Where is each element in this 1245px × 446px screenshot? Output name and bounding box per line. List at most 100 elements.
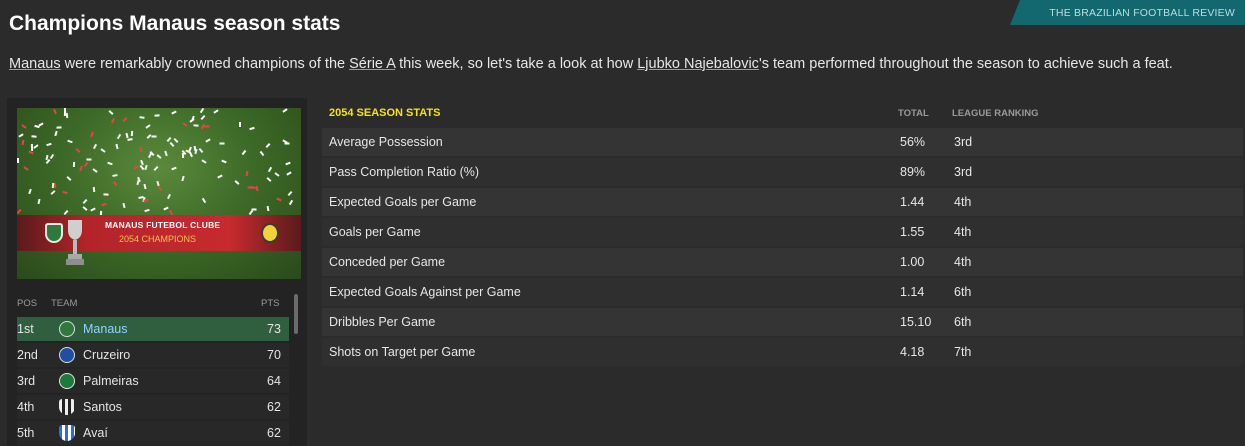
confetti-piece [122,202,126,209]
stat-row: Pass Completion Ratio (%) 89% 3rd [322,158,1243,186]
confetti-piece [115,143,119,150]
confetti-piece [130,130,134,137]
manager-link[interactable]: Ljubko Najebalovic [637,56,759,72]
confetti-piece [154,114,160,117]
club-name: MANAUS FUTEBOL CLUBE [105,220,221,230]
stat-label: Expected Goals per Game [329,195,477,209]
confetti-piece [239,122,241,127]
confetti-piece [67,139,73,144]
confetti-piece [169,141,175,148]
confetti-piece [285,161,291,166]
confetti-piece [249,126,255,131]
intro-text-1: were remarkably crowned champions of the [60,56,350,72]
confetti-piece [145,124,151,129]
confetti-piece [65,112,69,119]
stat-label: Dribbles Per Game [329,315,436,329]
confetti-piece [100,148,106,153]
confetti-piece [144,208,150,213]
confetti-piece [33,144,39,149]
stat-row: Average Possession 56% 3rd [322,128,1243,156]
confetti-piece [241,149,247,156]
club-link[interactable]: Manaus [9,56,61,72]
standings-row[interactable]: 5th Avaí 62 [17,421,289,445]
confetti-piece [205,138,211,143]
ranking-header: LEAGUE RANKING [952,108,1039,119]
confetti-piece [287,190,293,197]
stat-rank: 4th [954,195,972,209]
champions-strip: MANAUS FUTEBOL CLUBE 2054 CHAMPIONS [17,215,301,251]
row-team[interactable]: Cruzeiro [83,348,130,362]
stat-rank: 4th [954,225,972,239]
confetti-piece [107,161,113,166]
confetti-piece [193,145,197,152]
standings-row[interactable]: 1st Manaus 73 [17,317,289,341]
competition-link[interactable]: Série A [349,56,395,72]
stat-row: Dribbles Per Game 15.10 6th [322,308,1243,336]
confetti-piece [171,166,177,171]
stat-total: 4.18 [900,345,925,359]
standings-row[interactable]: 3rd Palmeiras 64 [17,369,289,393]
confetti-piece [157,185,163,192]
stat-row: Expected Goals Against per Game 1.14 6th [322,278,1243,306]
confetti-piece [75,148,81,153]
confetti-piece [103,193,109,196]
row-pos: 4th [17,400,35,414]
stats-title: 2054 SEASON STATS [329,107,441,119]
confetti-piece [139,146,143,153]
confetti-piece [90,131,94,138]
stat-row: Shots on Target per Game 4.18 7th [322,338,1243,366]
stat-total: 15.10 [900,315,932,329]
santos-badge-icon [59,399,75,415]
confetti-piece [90,207,96,212]
confetti-piece [66,176,72,181]
pts-header: PTS [261,298,280,309]
confetti-piece [182,122,188,127]
pos-header: POS [17,298,38,309]
confetti-piece [282,108,288,113]
row-pos: 5th [17,426,35,440]
stats-header: 2054 SEASON STATS TOTAL LEAGUE RANKING [322,98,1243,128]
confetti-piece [213,109,219,114]
source-tag: THE BRAZILIAN FOOTBALL REVIEW [1010,0,1245,25]
confetti-piece [127,138,133,141]
row-pos: 1st [17,322,34,336]
confetti-piece [38,122,44,127]
confetti-piece [21,139,25,146]
confetti-piece [56,126,62,129]
confetti-piece [53,108,57,115]
confetti-piece [92,143,98,150]
confetti-piece [92,186,96,193]
confetti-piece [245,170,249,177]
confetti-piece [79,165,83,172]
row-pos: 3rd [17,374,36,388]
confetti-piece [133,165,139,170]
confetti-piece [266,205,270,212]
confetti-piece [92,168,98,173]
confetti-piece [288,199,294,206]
confetti-piece [151,135,157,138]
left-panel: MANAUS FUTEBOL CLUBE 2054 CHAMPIONS POS … [7,98,307,446]
confetti-piece [259,150,265,157]
confetti-piece [266,177,272,182]
stat-total: 1.55 [900,225,925,239]
row-pts: 64 [267,374,281,388]
stat-rank: 3rd [954,165,973,179]
confetti-piece [234,180,240,185]
row-team[interactable]: Santos [83,400,122,414]
standings-scrollbar[interactable] [294,294,298,334]
row-team[interactable]: Manaus [83,322,127,336]
confetti-piece [156,180,160,187]
total-header: TOTAL [898,108,929,119]
intro-text-2: this week, so let's take a look at how [395,56,638,72]
page-title: Champions Manaus season stats [9,12,341,35]
avai-badge-icon [59,425,75,441]
confetti-piece [198,147,204,154]
confetti-piece [112,174,118,177]
row-team[interactable]: Palmeiras [83,374,139,388]
standings-row[interactable]: 2nd Cruzeiro 70 [17,343,289,367]
confetti-piece [255,185,259,192]
row-team[interactable]: Avaí [83,426,108,440]
confetti-piece [17,158,19,163]
standings-row[interactable]: 4th Santos 62 [17,395,289,419]
stat-total: 56% [900,135,926,149]
